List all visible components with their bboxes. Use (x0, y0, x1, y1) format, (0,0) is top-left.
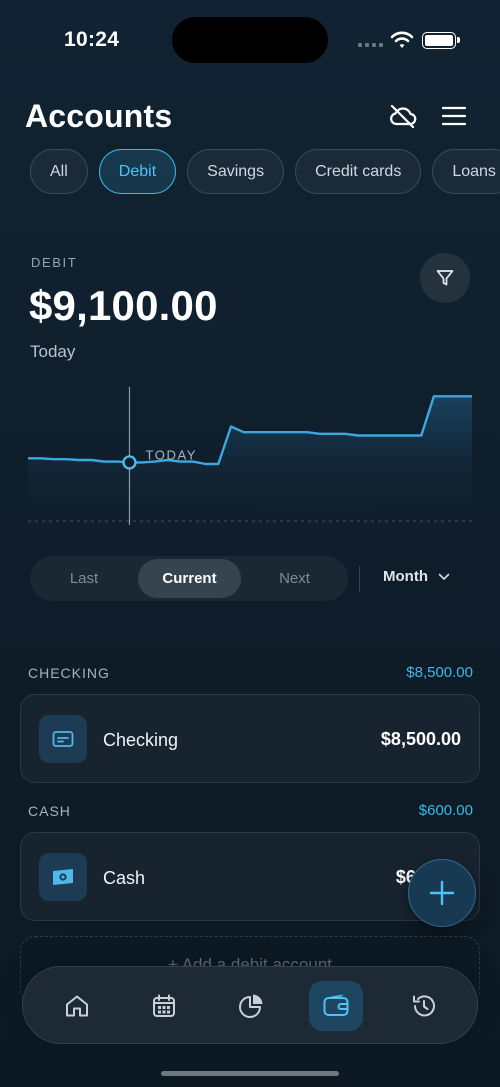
period-segmented-control: Last Current Next (30, 556, 348, 601)
account-card-checking[interactable]: Checking $8,500.00 (20, 694, 480, 783)
group-total-checking: $8,500.00 (406, 664, 473, 681)
tab-calendar[interactable] (137, 981, 191, 1031)
segment-next[interactable]: Next (241, 556, 348, 601)
account-type-filter: All Debit Savings Credit cards Loans (30, 149, 500, 194)
bottom-tab-bar (22, 966, 478, 1044)
add-fab-button[interactable] (408, 859, 476, 927)
today-marker-label: TODAY (145, 447, 197, 462)
hamburger-menu-icon (441, 106, 467, 126)
tab-accounts[interactable] (309, 981, 363, 1031)
chip-savings[interactable]: Savings (187, 149, 285, 194)
cloud-sync-button[interactable] (385, 98, 421, 134)
wallet-icon (323, 994, 349, 1016)
history-icon (413, 995, 435, 1017)
granularity-dropdown[interactable]: Month (383, 568, 450, 585)
page-title: Accounts (25, 98, 173, 134)
account-icon-tile (39, 853, 87, 901)
filter-button[interactable] (420, 253, 470, 303)
tab-history[interactable] (397, 981, 451, 1031)
account-name: Cash (103, 868, 146, 888)
menu-button[interactable] (436, 98, 472, 134)
segment-last[interactable]: Last (30, 556, 138, 601)
status-time: 10:24 (64, 28, 120, 51)
home-icon (66, 995, 88, 1017)
segment-current[interactable]: Current (138, 559, 241, 598)
cellular-signal-icon (358, 43, 383, 47)
account-icon-tile (39, 715, 87, 763)
balance-period: Today (30, 342, 76, 361)
account-name: Checking (103, 730, 179, 750)
group-title-checking: CHECKING (28, 665, 110, 681)
chip-credit-cards[interactable]: Credit cards (295, 149, 422, 194)
banknote-icon (53, 869, 73, 885)
dynamic-island (172, 17, 328, 63)
chip-all[interactable]: All (30, 149, 88, 194)
group-title-cash: CASH (28, 803, 71, 819)
chip-debit[interactable]: Debit (98, 149, 177, 194)
chip-loans[interactable]: Loans (432, 149, 500, 194)
card-icon (52, 731, 74, 747)
battery-icon (422, 32, 460, 49)
tab-home[interactable] (50, 981, 104, 1031)
filter-icon (436, 270, 454, 286)
chart-area (28, 396, 472, 521)
account-kind-label: DEBIT (31, 255, 78, 270)
chevron-down-icon (438, 573, 450, 580)
balance-chart[interactable]: TODAY (28, 385, 472, 527)
home-indicator (161, 1071, 339, 1076)
tab-reports[interactable] (224, 981, 278, 1031)
cloud-off-icon (390, 104, 417, 129)
today-marker-dot (122, 455, 137, 470)
account-amount: $8,500.00 (380, 729, 461, 749)
calendar-icon (153, 994, 175, 1017)
total-balance: $9,100.00 (29, 282, 218, 329)
group-total-cash: $600.00 (418, 802, 473, 819)
divider (359, 566, 360, 592)
plus-icon (429, 880, 455, 906)
wifi-icon (390, 31, 414, 48)
pie-chart-icon (239, 994, 263, 1018)
granularity-label: Month (383, 568, 428, 585)
